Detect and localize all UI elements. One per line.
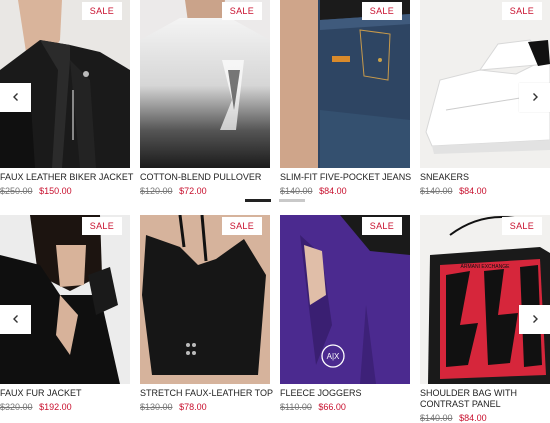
- product-name[interactable]: FAUX LEATHER BIKER JACKET: [0, 172, 133, 183]
- product-card[interactable]: A|X SALE FLEECE JOGGERS $110.00 $66.00: [280, 215, 410, 412]
- sale-price: $192.00: [39, 402, 72, 412]
- product-card[interactable]: SALE SLIM-FIT FIVE-POCKET JEANS $140.00 …: [280, 0, 411, 196]
- product-card[interactable]: SALE COTTON-BLEND PULLOVER $120.00 $72.0…: [140, 0, 270, 196]
- sale-badge: SALE: [81, 2, 122, 20]
- product-name[interactable]: SLIM-FIT FIVE-POCKET JEANS: [280, 172, 411, 183]
- sale-price: $78.00: [179, 402, 207, 412]
- product-carousel-bottom: SALE FAUX FUR JACKET $320.00 $192.00 SAL…: [0, 215, 550, 423]
- product-image[interactable]: A|X SALE: [280, 215, 410, 384]
- sale-price: $66.00: [318, 402, 346, 412]
- sale-badge: SALE: [221, 217, 262, 235]
- chevron-left-icon: [11, 91, 21, 105]
- sale-badge: SALE: [81, 217, 122, 235]
- sale-badge: SALE: [361, 2, 402, 20]
- product-name[interactable]: FLEECE JOGGERS: [280, 388, 410, 399]
- original-price: $140.00: [420, 186, 453, 196]
- sale-badge: SALE: [221, 2, 262, 20]
- original-price: $110.00: [280, 402, 312, 412]
- sale-price: $84.00: [319, 186, 347, 196]
- product-image[interactable]: SALE: [280, 0, 410, 168]
- sale-badge: SALE: [501, 2, 542, 20]
- sale-price: $84.00: [459, 186, 487, 196]
- sale-badge: SALE: [361, 217, 402, 235]
- bag-brand-text: ARMANI EXCHANGE: [461, 264, 511, 270]
- product-name[interactable]: SHOULDER BAG WITH CONTRAST PANEL: [420, 388, 550, 410]
- original-price: $320.00: [0, 402, 33, 412]
- carousel-prev-button[interactable]: [0, 83, 31, 112]
- sale-badge: SALE: [501, 217, 542, 235]
- original-price: $120.00: [140, 186, 173, 196]
- product-image[interactable]: SALE: [140, 0, 270, 168]
- product-card[interactable]: SALE STRETCH FAUX-LEATHER TOP $130.00 $7…: [140, 215, 273, 412]
- pagination-dot[interactable]: [279, 199, 305, 202]
- product-image[interactable]: SALE: [0, 215, 130, 384]
- original-price: $250.00: [0, 186, 33, 196]
- product-image[interactable]: ARMANI EXCHANGE SALE: [420, 215, 550, 384]
- product-prices: $250.00 $150.00: [0, 186, 130, 196]
- product-name[interactable]: FAUX FUR JACKET: [0, 388, 130, 399]
- product-name[interactable]: COTTON-BLEND PULLOVER: [140, 172, 270, 183]
- chevron-left-icon: [11, 313, 21, 327]
- product-prices: $140.00 $84.00: [280, 186, 410, 196]
- product-prices: $320.00 $192.00: [0, 402, 130, 412]
- carousel-next-button[interactable]: [519, 305, 550, 334]
- carousel-prev-button[interactable]: [0, 305, 31, 334]
- jogger-logo-text: A|X: [327, 352, 340, 361]
- original-price: $140.00: [280, 186, 313, 196]
- chevron-right-icon: [530, 313, 540, 327]
- product-carousel-top: SALE FAUX LEATHER BIKER JACKET $250.00 $…: [0, 0, 550, 200]
- carousel-next-button[interactable]: [519, 83, 550, 112]
- product-image[interactable]: SALE: [140, 215, 270, 384]
- product-prices: $120.00 $72.00: [140, 186, 270, 196]
- chevron-right-icon: [530, 91, 540, 105]
- product-prices: $110.00 $66.00: [280, 402, 410, 412]
- original-price: $130.00: [140, 402, 173, 412]
- product-prices: $130.00 $78.00: [140, 402, 270, 412]
- product-name[interactable]: STRETCH FAUX-LEATHER TOP: [140, 388, 273, 399]
- sale-price: $150.00: [39, 186, 72, 196]
- product-name[interactable]: SNEAKERS: [420, 172, 550, 183]
- product-prices: $140.00 $84.00: [420, 186, 550, 196]
- sale-price: $72.00: [179, 186, 207, 196]
- pagination-dot-active[interactable]: [245, 199, 271, 202]
